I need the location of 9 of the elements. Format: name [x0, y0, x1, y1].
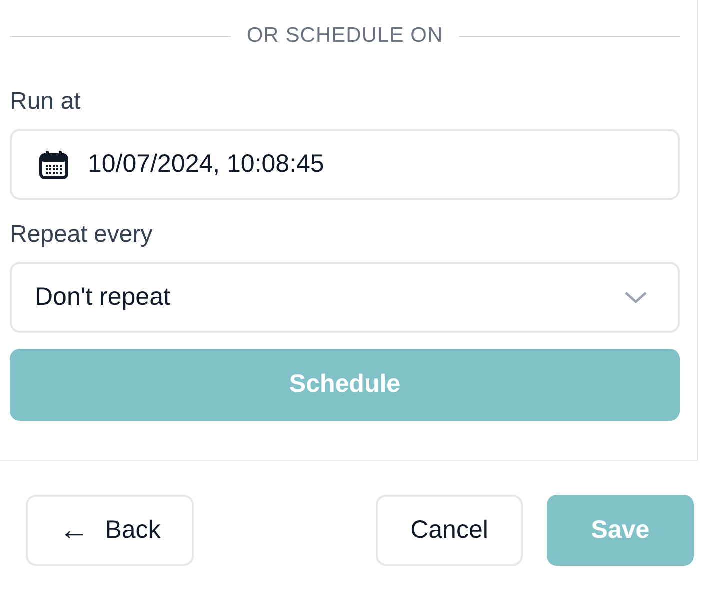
chevron-down-icon	[624, 290, 648, 304]
back-button[interactable]: ← Back	[26, 495, 194, 566]
field-label: Run at	[10, 87, 81, 117]
field-label: Repeat every	[10, 220, 153, 250]
cancel-button[interactable]: Cancel	[376, 495, 523, 566]
calendar-icon	[38, 148, 70, 180]
section-divider-label: OR SCHEDULE ON	[246, 23, 444, 50]
repeat-select[interactable]: Don't repeat	[10, 262, 680, 333]
date-time-field[interactable]: 10/07/2024, 10:08:45	[10, 129, 680, 200]
